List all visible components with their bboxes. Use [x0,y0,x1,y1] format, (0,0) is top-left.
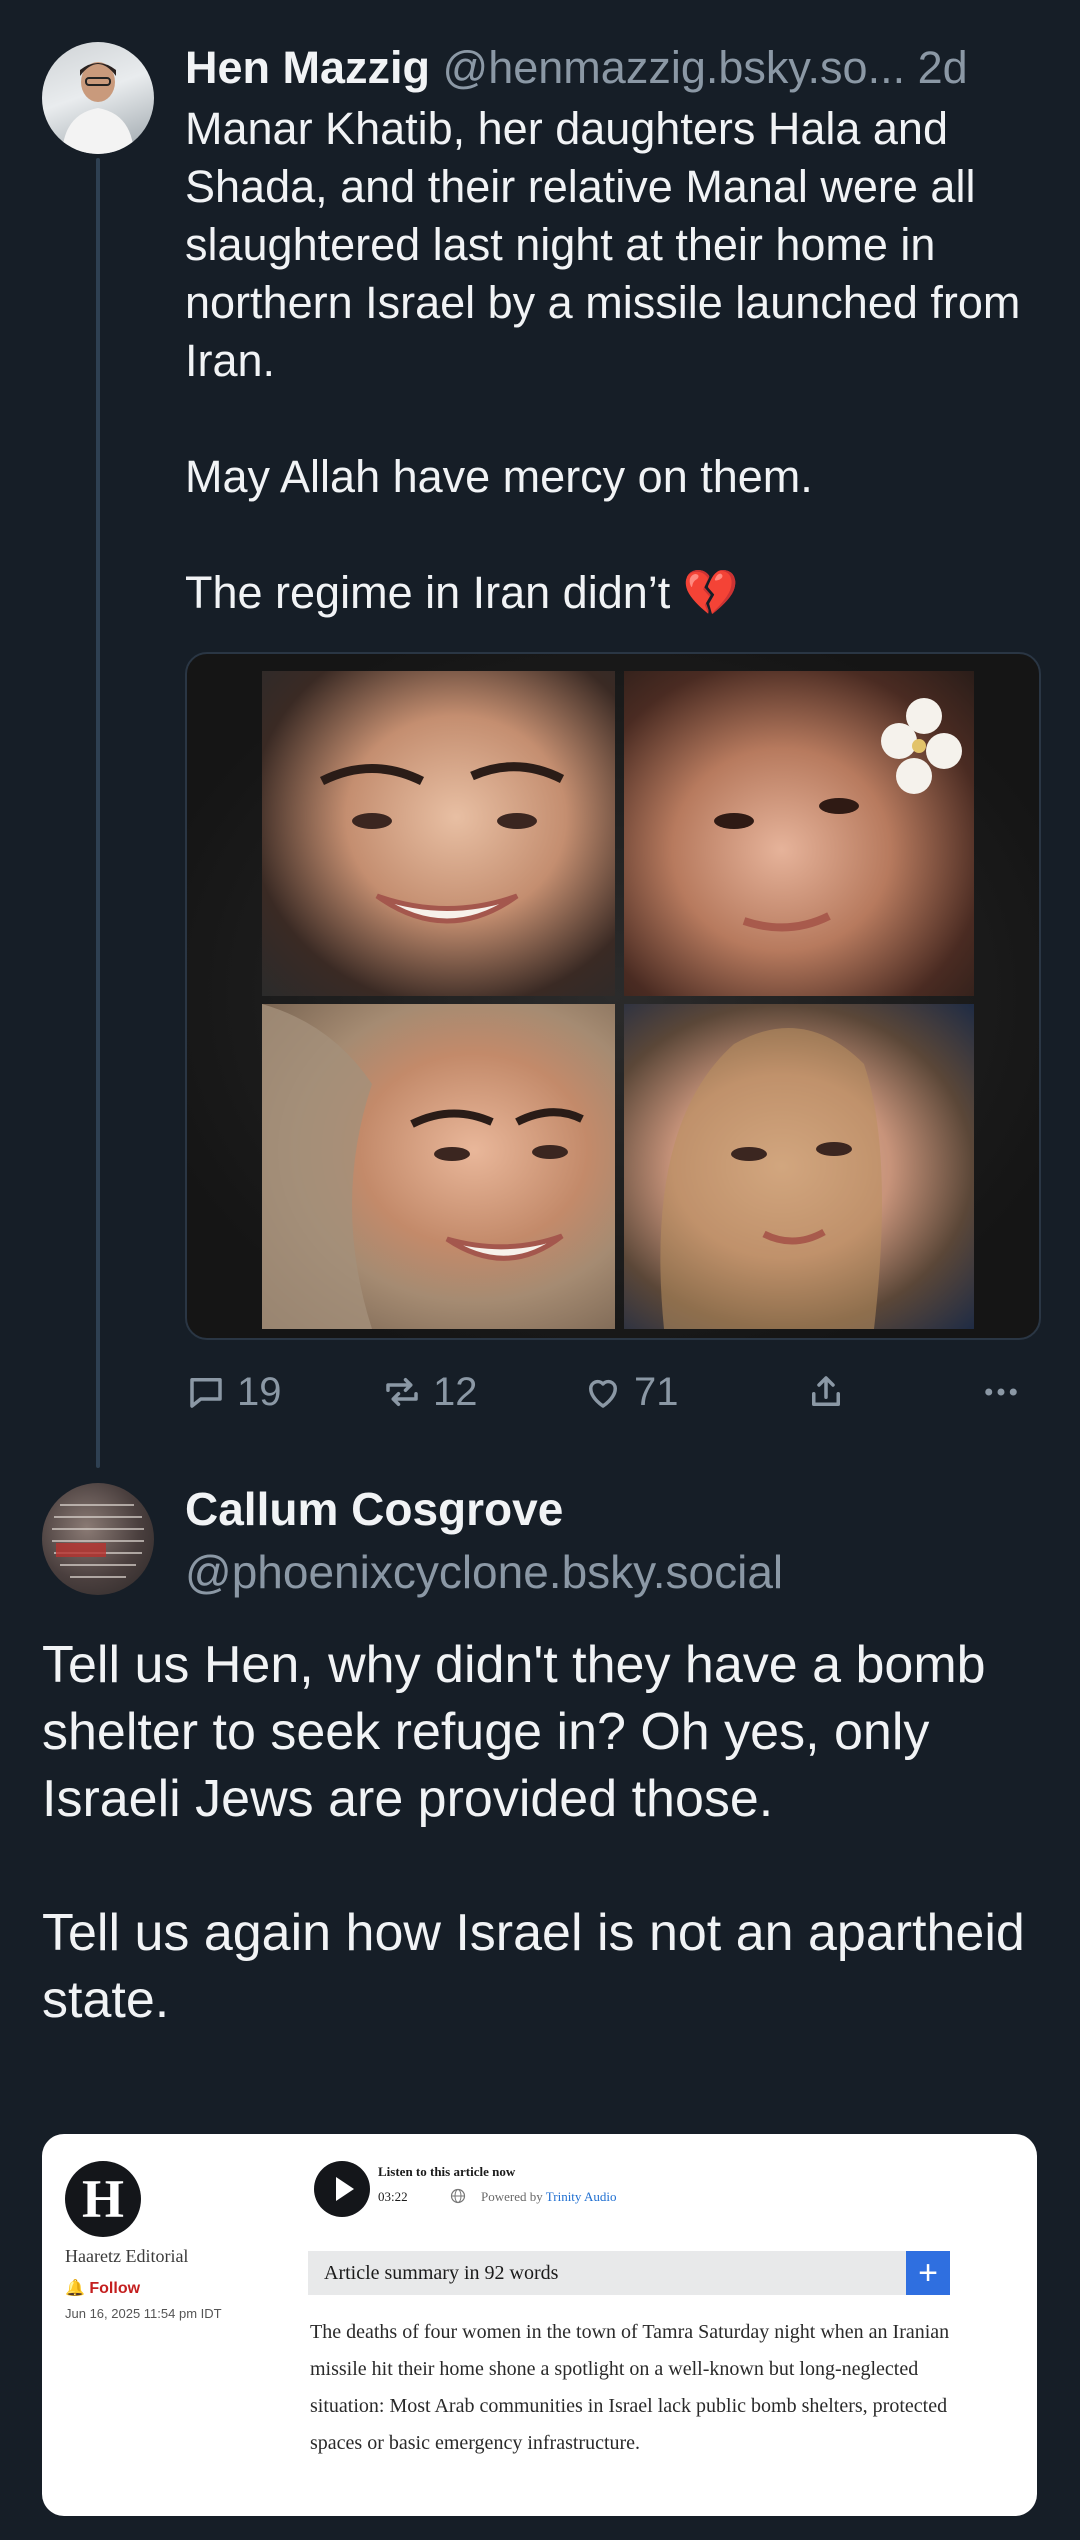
reply-icon [190,1378,222,1408]
post-body: Manar Khatib, her daughters Hala and Sha… [185,100,1065,622]
thread-connector-line [96,158,100,1468]
photo-tile [262,671,615,996]
share-button[interactable] [805,1366,857,1418]
avatar-callum-cosgrove[interactable] [42,1483,154,1595]
plus-icon: + [906,2251,950,2295]
post-paragraph: The regime in Iran didn’t 💔 [185,567,739,618]
powered-by-label: Powered by [481,2189,543,2204]
photo-tile [624,671,974,996]
ellipsis-icon [985,1388,1017,1396]
post-image-grid[interactable] [185,652,1041,1340]
author-name[interactable]: Callum Cosgrove [185,1481,563,1537]
avatar-collage-icon [52,1504,144,1578]
follow-label: Follow [89,2280,141,2297]
globe-icon [450,2188,466,2204]
author-name[interactable]: Hen Mazzig [185,42,430,93]
haaretz-logo: H [65,2161,141,2237]
follow-link: 🔔 Follow [65,2278,140,2298]
author-handle[interactable]: @henmazzig.bsky.so... [443,42,906,93]
more-options-button[interactable] [980,1366,1032,1418]
bell-icon: 🔔 [65,2280,85,2297]
heart-icon [589,1379,617,1408]
photo-tile [262,1004,615,1329]
post-paragraph: Tell us again how Israel is not an apart… [42,1904,1025,2029]
listen-label: Listen to this article now [378,2164,516,2179]
post-body: Tell us Hen, why didn't they have a bomb… [42,1632,1042,2034]
audio-duration: 03:22 [378,2189,408,2204]
reply-button[interactable]: 19 [185,1366,282,1418]
play-icon [314,2161,370,2217]
like-count: 71 [634,1370,679,1414]
embedded-article-image[interactable]: H Haaretz Editorial 🔔 Follow Jun 16, 202… [42,2134,1037,2516]
reply-count: 19 [237,1370,282,1414]
powered-by-brand: Trinity Audio [545,2189,617,2204]
summary-label: Article summary in 92 words [324,2262,559,2284]
repost-button[interactable]: 12 [381,1366,478,1418]
repost-count: 12 [433,1370,478,1414]
share-icon [812,1376,840,1406]
like-button[interactable]: 71 [582,1366,679,1418]
avatar-person-icon [62,62,134,154]
post-timestamp[interactable]: 2d [918,42,968,93]
summary-text: The deaths of four women in the town of … [310,2321,950,2454]
author-handle[interactable]: @phoenixcyclone.bsky.social [185,1544,783,1600]
article-date: Jun 16, 2025 11:54 pm IDT [65,2306,222,2321]
post-header: Hen Mazzig @henmazzig.bsky.so... 2d [185,40,1045,96]
avatar-hen-mazzig[interactable] [42,42,154,154]
post-actions: 19 12 71 [185,1366,1035,1418]
publisher-name: Haaretz Editorial [65,2246,189,2266]
powered-by: Powered by Trinity Audio [481,2189,616,2205]
post-paragraph: Tell us Hen, why didn't they have a bomb… [42,1636,986,1828]
post-paragraph: May Allah have mercy on them. [185,451,813,502]
photo-tile [624,1004,974,1329]
repost-icon [386,1378,418,1406]
post-paragraph: Manar Khatib, her daughters Hala and Sha… [185,103,1021,386]
